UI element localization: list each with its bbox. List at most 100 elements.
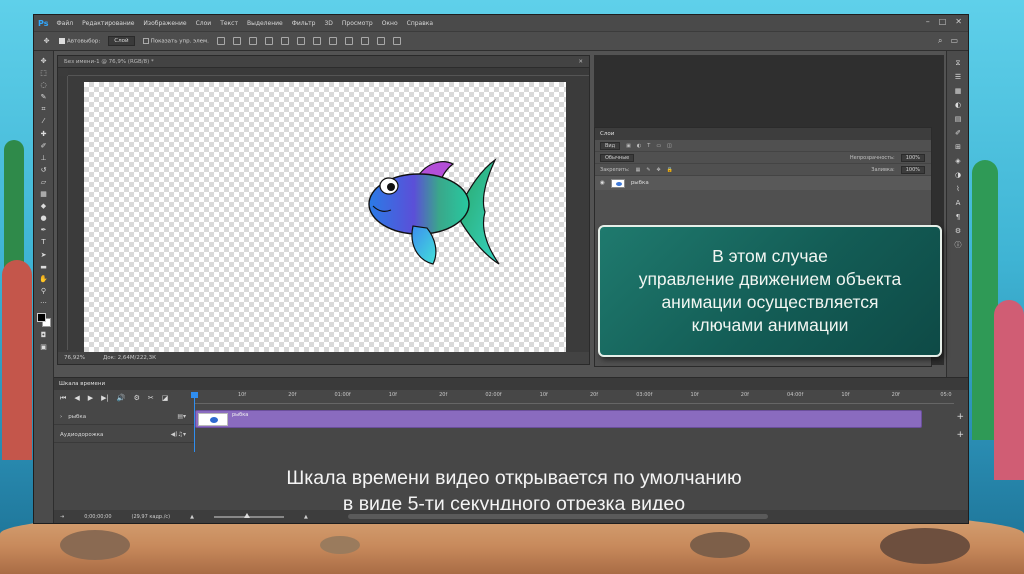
align-left-icon[interactable] <box>264 37 273 45</box>
properties-icon[interactable]: ☰ <box>953 73 963 81</box>
filter-adjust-icon[interactable]: ◐ <box>637 143 641 149</box>
dodge-tool-icon[interactable]: ● <box>39 214 48 222</box>
gradient-tool-icon[interactable]: ▦ <box>39 190 48 198</box>
layers-panel-icon[interactable]: ◈ <box>953 157 963 165</box>
audio-track[interactable]: Аудиодорожка ◀)♫▾ <box>54 427 194 443</box>
play-icon[interactable]: ▶ <box>88 394 93 402</box>
adjustments-icon[interactable]: ◐ <box>953 101 963 109</box>
render-video-icon[interactable]: ⇥ <box>60 514 64 520</box>
filter-type-icon[interactable]: T <box>647 143 650 149</box>
zoom-level[interactable]: 76,92% <box>64 355 85 361</box>
menu-filter[interactable]: Фильтр <box>292 20 316 27</box>
video-clip[interactable]: рыбка <box>195 410 922 428</box>
video-track[interactable]: › рыбка ▤▾ <box>54 409 194 425</box>
menu-layers[interactable]: Слои <box>196 20 212 27</box>
zoom-tool-icon[interactable]: ⚲ <box>39 287 48 295</box>
zoom-out-icon[interactable]: ▲ <box>190 514 194 520</box>
autoselect-checkbox[interactable]: Автовыбор: <box>59 37 100 44</box>
path-select-tool-icon[interactable]: ➤ <box>39 251 48 259</box>
align-middle-icon[interactable] <box>232 37 241 45</box>
blur-tool-icon[interactable]: ◆ <box>39 202 48 210</box>
zoom-in-icon[interactable]: ▲ <box>304 514 308 520</box>
quick-select-tool-icon[interactable]: ✎ <box>39 93 48 101</box>
menu-image[interactable]: Изображение <box>143 20 186 27</box>
foreground-color[interactable] <box>36 312 46 322</box>
workspace-icon[interactable]: ▭ <box>950 36 958 46</box>
paths-icon[interactable]: ⌇ <box>953 185 963 193</box>
menu-help[interactable]: Справка <box>407 20 433 27</box>
canvas-transparent[interactable] <box>84 82 566 352</box>
3d-slide-icon[interactable] <box>392 37 401 45</box>
show-controls-checkbox[interactable]: Показать упр. элем. <box>142 37 209 44</box>
menu-select[interactable]: Выделение <box>247 20 283 27</box>
layers-tab[interactable]: Слои <box>595 128 931 140</box>
stamp-tool-icon[interactable]: ⊥ <box>39 154 48 162</box>
search-icon[interactable]: ⌕ <box>938 36 942 46</box>
lasso-tool-icon[interactable]: ◌ <box>39 81 48 89</box>
eraser-tool-icon[interactable]: ▱ <box>39 178 48 186</box>
3d-mode-icon[interactable] <box>344 37 353 45</box>
menu-text[interactable]: Текст <box>220 20 238 27</box>
tool-presets-icon[interactable]: ⚙ <box>953 227 963 235</box>
settings-gear-icon[interactable]: ⚙ <box>134 394 140 402</box>
character-icon[interactable]: A <box>953 199 963 207</box>
history-icon[interactable]: ⧖ <box>953 59 963 67</box>
menu-view[interactable]: Просмотр <box>342 20 373 27</box>
distribute-icon[interactable] <box>328 37 337 45</box>
filter-kind-dropdown[interactable]: Вид <box>600 141 621 150</box>
transition-icon[interactable]: ◪ <box>162 394 169 402</box>
menu-3d[interactable]: 3D <box>324 20 332 27</box>
autoselect-dropdown[interactable]: Слой <box>108 36 135 46</box>
move-tool-icon[interactable]: ✥ <box>42 37 51 45</box>
menu-window[interactable]: Окно <box>382 20 398 27</box>
distribute-icon[interactable] <box>312 37 321 45</box>
more-tools-icon[interactable]: ··· <box>39 299 48 307</box>
crop-tool-icon[interactable]: ⌗ <box>39 105 48 113</box>
shape-tool-icon[interactable]: ▬ <box>39 263 48 271</box>
minimize-icon[interactable]: – <box>926 18 930 26</box>
hand-tool-icon[interactable]: ✋ <box>39 275 48 283</box>
3d-pan-icon[interactable] <box>376 37 385 45</box>
align-center-icon[interactable] <box>280 37 289 45</box>
menu-edit[interactable]: Редактирование <box>82 20 134 27</box>
expand-arrow-icon[interactable]: › <box>60 414 62 420</box>
menu-file[interactable]: Файл <box>56 20 73 27</box>
brush-panel-icon[interactable]: ✐ <box>953 129 963 137</box>
history-brush-icon[interactable]: ↺ <box>39 166 48 174</box>
eyedropper-tool-icon[interactable]: ⁄ <box>39 117 48 125</box>
screen-mode-icon[interactable]: ▣ <box>39 343 48 351</box>
type-tool-icon[interactable]: T <box>39 238 48 246</box>
lock-all-icon[interactable]: 🔒 <box>667 167 673 173</box>
clone-source-icon[interactable]: ⊞ <box>953 143 963 151</box>
opacity-value[interactable]: 100% <box>900 153 925 162</box>
document-tab[interactable]: Без имени-1 @ 76,9% (RGB/8) * ✕ <box>58 56 589 68</box>
quick-mask-icon[interactable]: ◘ <box>39 331 48 339</box>
close-icon[interactable]: ✕ <box>955 18 962 26</box>
align-top-icon[interactable] <box>216 37 225 45</box>
visibility-eye-icon[interactable]: ◉ <box>600 180 605 186</box>
audio-icon[interactable]: 🔊 <box>117 394 126 402</box>
swatches-icon[interactable]: ▦ <box>953 87 963 95</box>
filter-pixel-icon[interactable]: ▣ <box>626 143 631 149</box>
filter-shape-icon[interactable]: ▭ <box>656 143 661 149</box>
close-document-icon[interactable]: ✕ <box>578 59 583 65</box>
timeline-tab[interactable]: Шкала времени <box>54 378 968 390</box>
info-icon[interactable]: ⓘ <box>953 241 963 249</box>
maximize-icon[interactable]: □ <box>939 18 947 26</box>
add-audio-icon[interactable]: + <box>956 430 964 440</box>
fish-image[interactable] <box>363 156 503 272</box>
layer-row[interactable]: ◉ рыбка <box>595 176 931 190</box>
audio-note-icon[interactable]: ◀)♫▾ <box>171 431 186 438</box>
next-frame-icon[interactable]: ▶| <box>101 394 109 402</box>
blend-mode-dropdown[interactable]: Обычные <box>600 153 635 162</box>
timeline-zoom-slider[interactable] <box>213 512 284 518</box>
first-frame-icon[interactable]: ⏮ <box>60 394 66 403</box>
brush-tool-icon[interactable]: ✐ <box>39 142 48 150</box>
paragraph-icon[interactable]: ¶ <box>953 213 963 221</box>
styles-icon[interactable]: ▤ <box>953 115 963 123</box>
3d-rotate-icon[interactable] <box>360 37 369 45</box>
move-tool-icon[interactable]: ✥ <box>39 57 48 65</box>
lock-position-icon[interactable]: ✥ <box>657 167 661 173</box>
filter-smart-icon[interactable]: ◫ <box>667 143 672 149</box>
channels-icon[interactable]: ◑ <box>953 171 963 179</box>
